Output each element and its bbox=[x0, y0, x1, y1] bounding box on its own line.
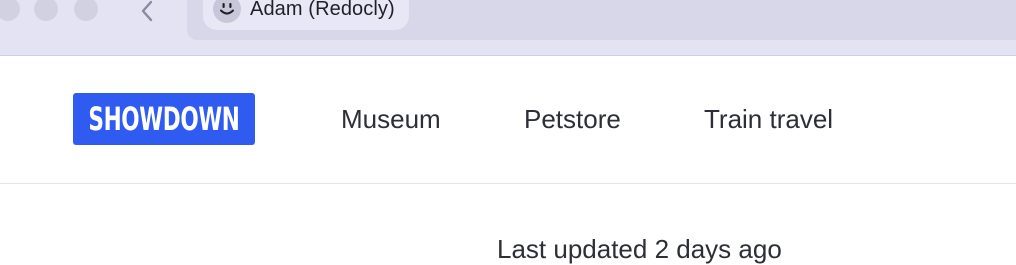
site-header: SHOWDOWN Museum Petstore Train travel bbox=[0, 57, 1016, 184]
window-zoom-button[interactable] bbox=[74, 0, 98, 21]
profile-button[interactable]: Adam (Redocly) bbox=[203, 0, 409, 30]
back-button[interactable] bbox=[134, 0, 160, 24]
nav-link-museum[interactable]: Museum bbox=[341, 103, 441, 135]
window-minimize-button[interactable] bbox=[34, 0, 58, 21]
chevron-left-icon bbox=[141, 0, 153, 22]
smiley-face-icon bbox=[213, 0, 241, 23]
nav-link-train-travel[interactable]: Train travel bbox=[704, 103, 833, 135]
nav-link-petstore[interactable]: Petstore bbox=[524, 103, 621, 135]
logo-text: SHOWDOWN bbox=[88, 100, 240, 138]
browser-toolbar: Adam (Redocly) bbox=[0, 0, 1016, 56]
site-logo[interactable]: SHOWDOWN bbox=[73, 93, 255, 145]
profile-name: Adam (Redocly) bbox=[250, 0, 395, 20]
window-close-button[interactable] bbox=[0, 0, 20, 21]
